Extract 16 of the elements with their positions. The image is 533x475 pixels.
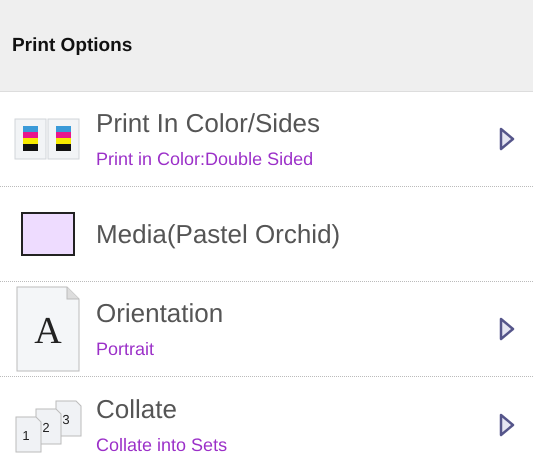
option-title: Orientation [96,298,224,329]
expand-arrow-icon[interactable] [499,317,515,341]
option-value: Portrait [96,339,156,360]
panel-title: Print Options [12,34,132,56]
option-row[interactable]: Media(Pastel Orchid) [0,187,533,282]
option-title: Print In Color/Sides [96,108,321,139]
expand-arrow-icon[interactable] [499,127,515,151]
option-title: Collate [96,394,178,424]
option-row[interactable]: A Orientation Portrait [0,282,533,377]
option-row[interactable]: Print In Color/Sides Print in Color:Double Sided [0,92,533,187]
option-value: Print in Color:Double Sided [96,149,314,170]
option-row[interactable]: 3 2 1 Collate Collate into Sets [0,377,533,472]
option-title: Media(Pastel Orchid) [96,218,342,250]
page-letter-icon: A [15,285,81,373]
option-value: Collate into Sets [96,434,228,456]
expand-arrow-icon[interactable] [499,412,515,436]
